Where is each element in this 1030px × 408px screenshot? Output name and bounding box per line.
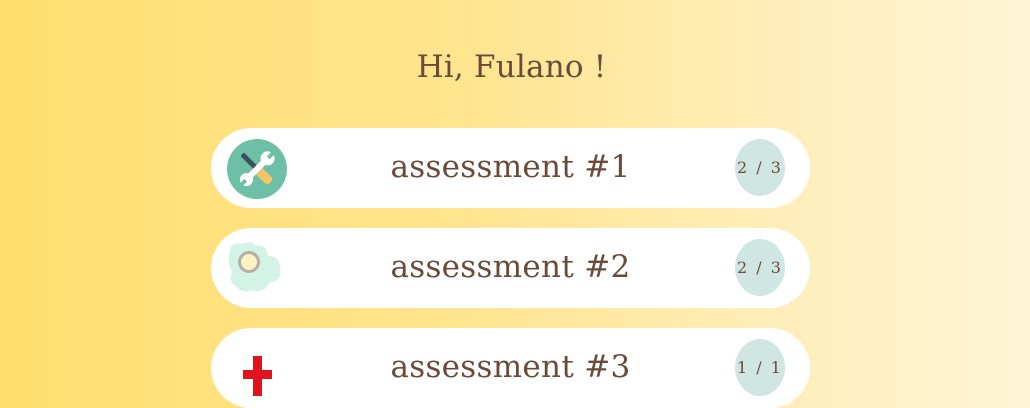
- assessment-title: assessment #1: [390, 149, 631, 185]
- assessment-title: assessment #2: [390, 249, 631, 285]
- assessment-card[interactable]: assessment #1 2 / 3: [211, 128, 810, 208]
- greeting: Hi, Fulano !: [416, 49, 607, 85]
- progress-badge: 1 / 1: [735, 339, 785, 396]
- medical-cross-icon: [243, 356, 272, 396]
- flower-icon: [228, 242, 281, 292]
- assessment-card[interactable]: assessment #2 2 / 3: [211, 228, 810, 308]
- tools-icon: [227, 139, 287, 199]
- assessment-card[interactable]: assessment #3 1 / 1: [211, 328, 810, 408]
- assessment-title: assessment #3: [390, 349, 631, 385]
- progress-badge: 2 / 3: [735, 239, 785, 296]
- progress-badge: 2 / 3: [735, 139, 785, 196]
